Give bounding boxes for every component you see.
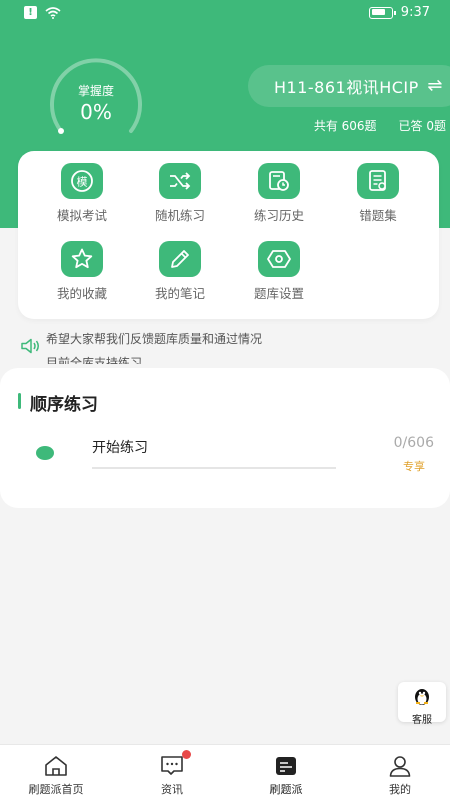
grid-item-label: 题库设置 [253,286,304,301]
grid-item-mock-exam[interactable]: 模 模拟考试 [32,163,132,224]
grid-item-favorites[interactable]: 我的收藏 [32,241,132,302]
mock-exam-icon: 模 [61,163,103,199]
notification-badge [182,750,191,759]
settings-icon [258,241,300,277]
alert-icon: ! [24,6,37,19]
grid-item-label: 我的收藏 [56,286,107,301]
bottom-tab-bar: 刷题派首页 资讯 刷题派 我的 [0,744,450,800]
grid-item-notes[interactable]: 我的笔记 [130,241,230,302]
swap-icon[interactable]: ⇌ [427,75,443,96]
clock: 9:37 [400,5,430,20]
practice-progress [92,467,336,469]
question-bank-selector[interactable]: H11-861视讯HCIP ⇌ [248,65,450,107]
bank-icon [273,754,299,778]
status-bar: ! 9:37 [0,0,450,28]
question-counts: 共有 606题 已答 0题 [314,117,446,134]
message-icon [159,750,191,778]
practice-title: 顺序练习 [18,390,98,415]
gauge-start-dot [58,128,64,134]
grid-item-label: 模拟考试 [56,208,107,223]
practice-dot [36,446,54,460]
customer-service-button[interactable]: 客服 [398,682,446,726]
tab-news[interactable]: 资讯 [116,745,228,800]
answered-count: 已答 0题 [398,119,446,133]
grid-item-label: 我的笔记 [154,286,205,301]
wrong-questions-icon [357,163,399,199]
grid-item-bank-settings[interactable]: 题库设置 [229,241,329,302]
tab-label: 刷题派 [269,783,303,796]
tab-label: 我的 [389,783,411,796]
start-practice-button[interactable]: 开始练习 [92,437,148,457]
notice-ticker[interactable]: 希望大家帮我们反馈题库质量和通过情况 目前全库支持练习 [18,330,438,364]
total-count: 共有 606题 [313,119,377,133]
shuffle-icon [159,163,201,199]
grid-item-label: 练习历史 [253,208,304,223]
profile-icon [387,754,413,778]
tab-question-bank[interactable]: 刷题派 [230,745,342,800]
home-icon [43,754,69,778]
grid-item-label: 错题集 [359,208,397,223]
tab-profile[interactable]: 我的 [344,745,450,800]
notice-line-2: 目前全库支持练习 [46,356,143,364]
feature-grid: 模 模拟考试 随机练习 练习历史 错题集 我的收藏 我的笔记 题库设置 [18,151,439,319]
notice-line-1: 希望大家帮我们反馈题库质量和通过情况 [46,332,263,346]
tab-label: 资讯 [161,783,183,796]
grid-item-random-practice[interactable]: 随机练习 [130,163,230,224]
history-icon [258,163,300,199]
exclusive-tag: 专享 [403,460,425,473]
customer-service-label: 客服 [412,715,432,726]
star-icon [61,241,103,277]
mastery-label: 掌握度 [77,84,114,98]
bank-name: H11-861视讯HCIP [274,78,419,97]
penguin-icon [415,689,429,705]
grid-item-wrong-questions[interactable]: 错题集 [328,163,428,224]
tab-label: 刷题派首页 [28,783,84,796]
battery-icon [368,6,396,19]
grid-item-label: 随机练习 [154,208,205,223]
grid-item-practice-history[interactable]: 练习历史 [229,163,329,224]
practice-count: 0/606 [393,435,434,451]
mock-exam-glyph: 模 [77,176,88,189]
speaker-icon [21,338,39,354]
wifi-icon [45,6,61,19]
sequential-practice-card: 顺序练习 开始练习 0/606 专享 [0,368,450,508]
pencil-icon [159,241,201,277]
mastery-value: 0% [80,100,112,124]
tab-home[interactable]: 刷题派首页 [0,745,112,800]
